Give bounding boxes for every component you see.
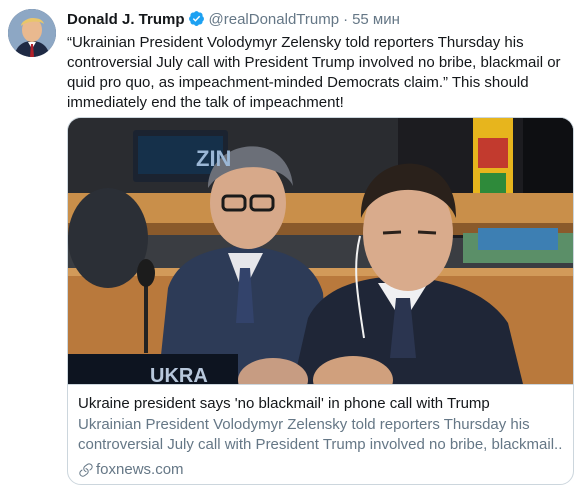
verified-badge-icon — [188, 11, 204, 26]
tweet-timestamp[interactable]: 55 мин — [352, 11, 400, 28]
link-icon — [79, 463, 93, 477]
tweet-text: “Ukrainian President Volodymyr Zelensky … — [67, 34, 561, 111]
author-name[interactable]: Donald J. Trump — [67, 11, 185, 28]
link-preview-card[interactable]: ZIN UKRA Ukraine president says 'no blac… — [67, 117, 574, 485]
author-avatar[interactable] — [8, 9, 56, 57]
card-body: Ukraine president says 'no blackmail' in… — [78, 394, 563, 480]
card-description-line-1: Ukrainian President Volodymyr Zelensky t… — [78, 416, 530, 433]
card-description-line-2: controversial July call with President T… — [78, 436, 563, 453]
card-title[interactable]: Ukraine president says 'no blackmail' in… — [78, 394, 563, 414]
card-domain-text: foxnews.com — [96, 461, 184, 478]
card-domain[interactable]: foxnews.com — [78, 460, 563, 480]
separator-dot: · — [343, 11, 349, 28]
card-image[interactable]: ZIN UKRA — [68, 118, 573, 385]
tweet-header: Donald J. Trump @realDonaldTrump · 55 мин — [67, 10, 400, 30]
author-handle[interactable]: @realDonaldTrump — [209, 11, 340, 28]
avatar-portrait — [8, 9, 56, 57]
nameplate-zin: ZIN — [196, 146, 231, 171]
nameplate-ukra: UKRA — [150, 365, 208, 385]
card-description: Ukrainian President Volodymyr Zelensky t… — [78, 415, 563, 455]
